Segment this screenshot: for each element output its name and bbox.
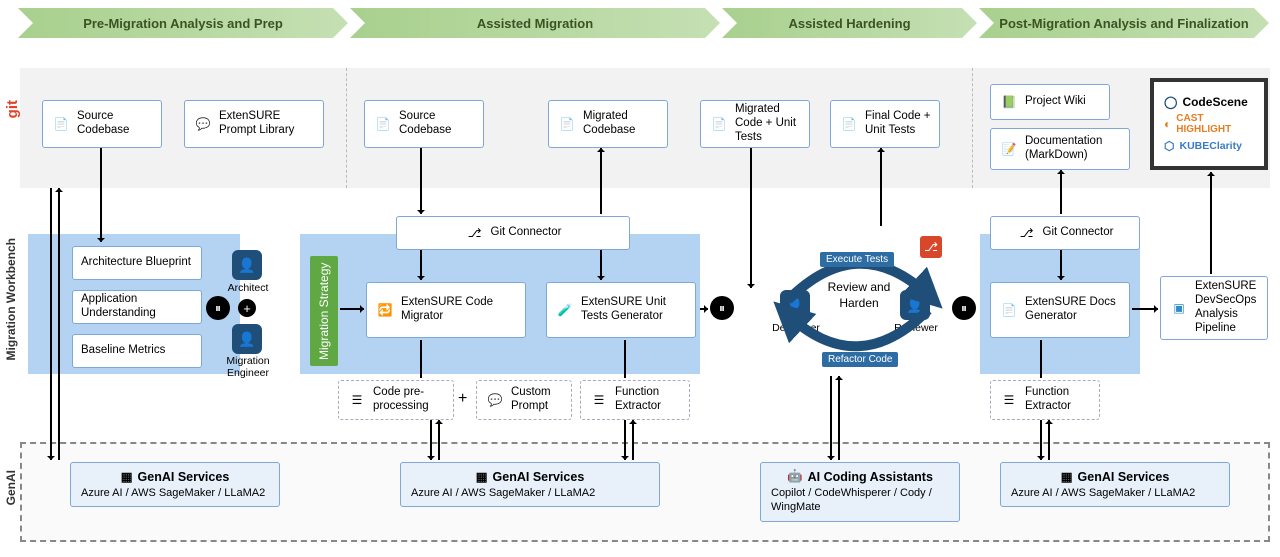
list-icon: ☰ [999, 390, 1019, 410]
arrow [830, 376, 832, 460]
migrated-codebase: 📄 Migrated Codebase [548, 100, 668, 148]
merge-node-1: ⏸ [206, 296, 230, 320]
migration-workbench-label: Migration Workbench [4, 238, 18, 360]
genai-label: GenAI [4, 470, 18, 505]
chip-icon: ▦ [121, 469, 133, 484]
robot-icon: 🤖 [787, 469, 803, 484]
documentation-markdown: 📝 Documentation (MarkDown) [990, 128, 1130, 170]
tests-icon: 🧪 [555, 300, 575, 320]
pipeline-icon: ▣ [1169, 298, 1189, 318]
extensure-code-migrator: 🔁 ExtenSURE Code Migrator [366, 282, 526, 338]
genai-services-1: ▦GenAI Services Azure AI / AWS SageMaker… [70, 462, 280, 507]
phase-postmigration: Post-Migration Analysis and Finalization [979, 8, 1269, 38]
arrow [750, 148, 752, 288]
refactor-code-label: Refactor Code [822, 352, 898, 367]
tool-codescene: ◯CodeScene [1164, 95, 1254, 109]
chip-icon: ▦ [476, 469, 488, 484]
file-icon: 📄 [373, 114, 393, 134]
project-wiki: 📗 Project Wiki [990, 84, 1110, 120]
phase-premigration: Pre-Migration Analysis and Prep [18, 8, 348, 38]
merge-node-2: ⏸ [710, 296, 734, 320]
plus-icon: + [458, 390, 467, 408]
chat-icon: 💬 [193, 114, 213, 134]
extensure-docs-generator: 📄 ExtenSURE Docs Generator [990, 282, 1130, 338]
git-connector-1: ⎇ Git Connector [396, 216, 630, 250]
chip-icon: ▦ [1061, 469, 1073, 484]
tool-kubeclarity: ⬡KUBEClarity [1164, 139, 1254, 153]
file-icon: 📄 [557, 114, 577, 134]
arrow [1132, 308, 1158, 310]
document-icon: 📄 [999, 300, 1019, 320]
arrow [624, 340, 626, 378]
final-code-unit-tests: 📄 Final Code + Unit Tests [830, 100, 940, 148]
migration-strategy: Migration Strategy [310, 256, 338, 366]
arrow [100, 148, 102, 242]
list-icon: ☰ [347, 390, 367, 410]
arrow [600, 148, 602, 214]
phase-divider [972, 68, 973, 188]
genai-services-3: ▦GenAI Services Azure AI / AWS SageMaker… [1000, 462, 1230, 507]
git-branch-icon: ⎇ [465, 223, 485, 243]
arrow [880, 148, 882, 226]
migrated-code-unit-tests: 📄 Migrated Code + Unit Tests [700, 100, 810, 148]
architect-icon: 👤 [232, 250, 262, 280]
docusaurus-icon: 📗 [999, 92, 1019, 112]
arrow [1040, 340, 1042, 378]
arrow [1060, 170, 1062, 214]
genai-services-2: ▦GenAI Services Azure AI / AWS SageMaker… [400, 462, 660, 507]
source-codebase-2: 📄 Source Codebase [364, 100, 484, 148]
extensure-unit-tests-generator: 🧪 ExtenSURE Unit Tests Generator [546, 282, 696, 338]
file-icon: 📄 [51, 114, 71, 134]
arrow [700, 308, 708, 310]
arrow [420, 148, 422, 214]
ai-coding-assistants: 🤖AI Coding Assistants Copilot / CodeWhis… [760, 462, 960, 522]
arrow [430, 420, 432, 460]
arrow [340, 308, 364, 310]
migration-engineer-label: Migration Engineer [218, 356, 278, 379]
file-icon: 📄 [839, 114, 859, 134]
pr-icon: ⎇ [920, 236, 942, 258]
arrow [1210, 172, 1212, 274]
list-icon: ☰ [589, 390, 609, 410]
arrow [58, 188, 60, 460]
migration-engineer-icon: 👤 [232, 324, 262, 354]
phase-divider [346, 68, 347, 188]
custom-prompt: 💬 Custom Prompt [476, 380, 572, 420]
execute-tests-label: Execute Tests [820, 252, 894, 267]
git-connector-2: ⎇ Git Connector [990, 216, 1140, 250]
arrow [420, 340, 422, 378]
function-extractor-1: ☰ Function Extractor [580, 380, 690, 420]
application-understanding: Application Understanding [72, 290, 202, 324]
plus-icon-people: + [238, 299, 256, 317]
merge-node-3: ⏸ [952, 296, 976, 320]
source-codebase-1: 📄 Source Codebase [42, 100, 162, 148]
arrow [1040, 420, 1042, 460]
baseline-metrics: Baseline Metrics [72, 334, 202, 368]
arrow [600, 250, 602, 280]
code-preprocessing: ☰ Code pre-processing [338, 380, 454, 420]
chat-icon: 💬 [485, 390, 505, 410]
architecture-blueprint: Architecture Blueprint [72, 246, 202, 280]
arrow [438, 420, 440, 460]
arrow [1048, 420, 1050, 460]
devsecops-pipeline: ▣ ExtenSURE DevSecOps Analysis Pipeline [1160, 276, 1268, 340]
tool-cast-highlight: ◐CAST HIGHLIGHT [1164, 113, 1254, 135]
function-extractor-2: ☰ Function Extractor [990, 380, 1100, 420]
arrow [420, 250, 422, 280]
markdown-icon: 📝 [999, 139, 1019, 159]
git-branch-icon: ⎇ [1017, 223, 1037, 243]
git-label: git [4, 100, 21, 118]
file-icon: 📄 [709, 114, 729, 134]
migrate-icon: 🔁 [375, 300, 395, 320]
phase-assisted-migration: Assisted Migration [350, 8, 720, 38]
analysis-tools-frame: ◯CodeScene ◐CAST HIGHLIGHT ⬡KUBEClarity [1150, 78, 1268, 170]
extensure-prompt-library: 💬 ExtenSURE Prompt Library [184, 100, 324, 148]
arrow [838, 376, 840, 460]
arrow [632, 420, 634, 460]
arrow [624, 420, 626, 460]
arrow [50, 188, 52, 460]
architect-label: Architect [218, 282, 278, 294]
phase-assisted-hardening: Assisted Hardening [722, 8, 977, 38]
arrow [1060, 250, 1062, 280]
